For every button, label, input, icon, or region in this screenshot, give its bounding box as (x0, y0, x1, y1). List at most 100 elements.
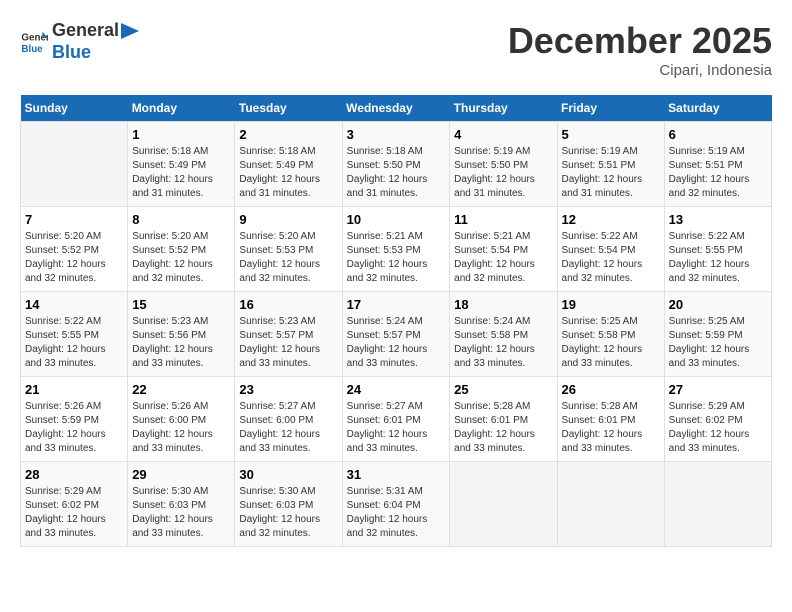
calendar-cell: 4 Sunrise: 5:19 AM Sunset: 5:50 PM Dayli… (450, 122, 557, 207)
sunset-text: Sunset: 5:59 PM (25, 414, 123, 428)
calendar-cell: 29 Sunrise: 5:30 AM Sunset: 6:03 PM Dayl… (128, 462, 235, 547)
day-number: 25 (454, 382, 552, 397)
logo-icon: General Blue (20, 28, 48, 56)
day-info: Sunrise: 5:19 AM Sunset: 5:51 PM Dayligh… (562, 145, 660, 201)
sunset-text: Sunset: 5:54 PM (454, 244, 552, 258)
daylight-text: Daylight: 12 hours and 33 minutes. (669, 428, 767, 456)
day-number: 20 (669, 297, 767, 312)
sunset-text: Sunset: 6:01 PM (347, 414, 446, 428)
sunrise-text: Sunrise: 5:20 AM (25, 230, 123, 244)
calendar-cell: 13 Sunrise: 5:22 AM Sunset: 5:55 PM Dayl… (664, 207, 771, 292)
week-row-1: 1 Sunrise: 5:18 AM Sunset: 5:49 PM Dayli… (21, 122, 772, 207)
calendar-cell: 10 Sunrise: 5:21 AM Sunset: 5:53 PM Dayl… (342, 207, 450, 292)
day-number: 28 (25, 467, 123, 482)
day-info: Sunrise: 5:30 AM Sunset: 6:03 PM Dayligh… (132, 485, 230, 541)
daylight-text: Daylight: 12 hours and 33 minutes. (347, 343, 446, 371)
sunset-text: Sunset: 5:49 PM (132, 159, 230, 173)
logo-flag-icon (121, 23, 141, 53)
week-row-2: 7 Sunrise: 5:20 AM Sunset: 5:52 PM Dayli… (21, 207, 772, 292)
sunrise-text: Sunrise: 5:20 AM (239, 230, 337, 244)
sunrise-text: Sunrise: 5:26 AM (25, 400, 123, 414)
sunrise-text: Sunrise: 5:20 AM (132, 230, 230, 244)
sunrise-text: Sunrise: 5:23 AM (132, 315, 230, 329)
sunrise-text: Sunrise: 5:25 AM (562, 315, 660, 329)
day-number: 18 (454, 297, 552, 312)
daylight-text: Daylight: 12 hours and 33 minutes. (669, 343, 767, 371)
daylight-text: Daylight: 12 hours and 32 minutes. (239, 258, 337, 286)
day-number: 15 (132, 297, 230, 312)
sunset-text: Sunset: 5:50 PM (454, 159, 552, 173)
day-info: Sunrise: 5:22 AM Sunset: 5:55 PM Dayligh… (669, 230, 767, 286)
sunrise-text: Sunrise: 5:25 AM (669, 315, 767, 329)
day-info: Sunrise: 5:18 AM Sunset: 5:49 PM Dayligh… (239, 145, 337, 201)
day-number: 24 (347, 382, 446, 397)
sunrise-text: Sunrise: 5:23 AM (239, 315, 337, 329)
sunset-text: Sunset: 5:54 PM (562, 244, 660, 258)
day-number: 16 (239, 297, 337, 312)
col-wednesday: Wednesday (342, 95, 450, 122)
calendar-cell: 1 Sunrise: 5:18 AM Sunset: 5:49 PM Dayli… (128, 122, 235, 207)
calendar-cell: 22 Sunrise: 5:26 AM Sunset: 6:00 PM Dayl… (128, 377, 235, 462)
col-monday: Monday (128, 95, 235, 122)
sunset-text: Sunset: 5:51 PM (669, 159, 767, 173)
sunset-text: Sunset: 6:00 PM (239, 414, 337, 428)
sunset-text: Sunset: 5:52 PM (132, 244, 230, 258)
day-info: Sunrise: 5:29 AM Sunset: 6:02 PM Dayligh… (669, 400, 767, 456)
sunset-text: Sunset: 5:53 PM (347, 244, 446, 258)
day-info: Sunrise: 5:28 AM Sunset: 6:01 PM Dayligh… (562, 400, 660, 456)
day-info: Sunrise: 5:27 AM Sunset: 6:01 PM Dayligh… (347, 400, 446, 456)
daylight-text: Daylight: 12 hours and 32 minutes. (347, 513, 446, 541)
sunrise-text: Sunrise: 5:21 AM (454, 230, 552, 244)
daylight-text: Daylight: 12 hours and 33 minutes. (562, 428, 660, 456)
day-info: Sunrise: 5:22 AM Sunset: 5:55 PM Dayligh… (25, 315, 123, 371)
calendar-cell: 6 Sunrise: 5:19 AM Sunset: 5:51 PM Dayli… (664, 122, 771, 207)
month-title: December 2025 (508, 20, 772, 62)
calendar-cell: 20 Sunrise: 5:25 AM Sunset: 5:59 PM Dayl… (664, 292, 771, 377)
daylight-text: Daylight: 12 hours and 33 minutes. (132, 343, 230, 371)
calendar-cell: 14 Sunrise: 5:22 AM Sunset: 5:55 PM Dayl… (21, 292, 128, 377)
day-number: 14 (25, 297, 123, 312)
calendar-header-row: Sunday Monday Tuesday Wednesday Thursday… (21, 95, 772, 122)
calendar-cell: 17 Sunrise: 5:24 AM Sunset: 5:57 PM Dayl… (342, 292, 450, 377)
sunset-text: Sunset: 5:52 PM (25, 244, 123, 258)
day-info: Sunrise: 5:18 AM Sunset: 5:50 PM Dayligh… (347, 145, 446, 201)
daylight-text: Daylight: 12 hours and 33 minutes. (239, 343, 337, 371)
calendar-cell (664, 462, 771, 547)
day-info: Sunrise: 5:23 AM Sunset: 5:57 PM Dayligh… (239, 315, 337, 371)
sunrise-text: Sunrise: 5:26 AM (132, 400, 230, 414)
calendar-cell (557, 462, 664, 547)
week-row-4: 21 Sunrise: 5:26 AM Sunset: 5:59 PM Dayl… (21, 377, 772, 462)
sunrise-text: Sunrise: 5:24 AM (454, 315, 552, 329)
calendar-cell: 8 Sunrise: 5:20 AM Sunset: 5:52 PM Dayli… (128, 207, 235, 292)
sunrise-text: Sunrise: 5:18 AM (347, 145, 446, 159)
sunset-text: Sunset: 6:02 PM (669, 414, 767, 428)
day-info: Sunrise: 5:21 AM Sunset: 5:54 PM Dayligh… (454, 230, 552, 286)
day-number: 17 (347, 297, 446, 312)
sunset-text: Sunset: 6:03 PM (239, 499, 337, 513)
daylight-text: Daylight: 12 hours and 33 minutes. (25, 513, 123, 541)
daylight-text: Daylight: 12 hours and 31 minutes. (454, 173, 552, 201)
sunset-text: Sunset: 5:53 PM (239, 244, 337, 258)
week-row-3: 14 Sunrise: 5:22 AM Sunset: 5:55 PM Dayl… (21, 292, 772, 377)
calendar-cell: 15 Sunrise: 5:23 AM Sunset: 5:56 PM Dayl… (128, 292, 235, 377)
daylight-text: Daylight: 12 hours and 31 minutes. (562, 173, 660, 201)
day-number: 31 (347, 467, 446, 482)
calendar-cell: 25 Sunrise: 5:28 AM Sunset: 6:01 PM Dayl… (450, 377, 557, 462)
sunset-text: Sunset: 5:56 PM (132, 329, 230, 343)
day-info: Sunrise: 5:26 AM Sunset: 5:59 PM Dayligh… (25, 400, 123, 456)
logo-blue: Blue (52, 42, 119, 64)
daylight-text: Daylight: 12 hours and 31 minutes. (239, 173, 337, 201)
sunset-text: Sunset: 5:58 PM (454, 329, 552, 343)
sunrise-text: Sunrise: 5:31 AM (347, 485, 446, 499)
sunrise-text: Sunrise: 5:18 AM (132, 145, 230, 159)
day-info: Sunrise: 5:19 AM Sunset: 5:50 PM Dayligh… (454, 145, 552, 201)
sunrise-text: Sunrise: 5:24 AM (347, 315, 446, 329)
day-number: 21 (25, 382, 123, 397)
sunrise-text: Sunrise: 5:19 AM (562, 145, 660, 159)
day-number: 13 (669, 212, 767, 227)
sunrise-text: Sunrise: 5:18 AM (239, 145, 337, 159)
daylight-text: Daylight: 12 hours and 31 minutes. (132, 173, 230, 201)
sunrise-text: Sunrise: 5:19 AM (454, 145, 552, 159)
day-info: Sunrise: 5:20 AM Sunset: 5:53 PM Dayligh… (239, 230, 337, 286)
svg-text:Blue: Blue (21, 43, 43, 54)
